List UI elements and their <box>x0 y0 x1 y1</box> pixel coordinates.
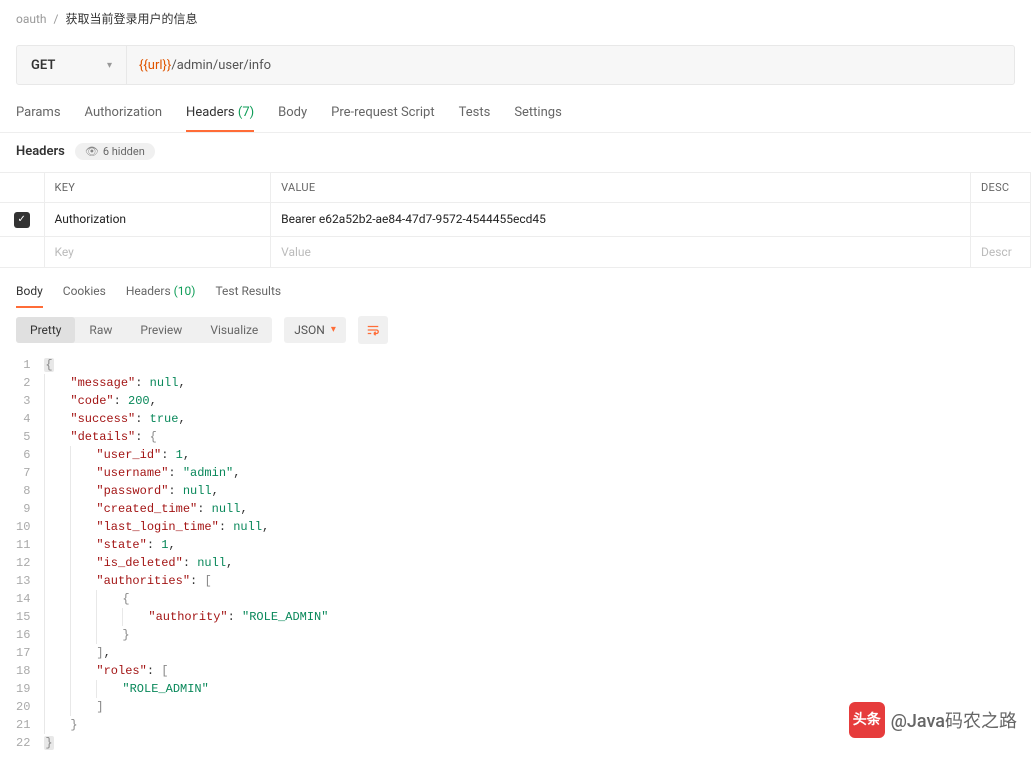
format-select[interactable]: JSON ▾ <box>284 317 346 343</box>
view-preview[interactable]: Preview <box>126 317 196 343</box>
table-row: ✓ Authorization Bearer e62a52b2-ae84-47d… <box>0 203 1031 237</box>
watermark: 头条 @Java码农之路 <box>849 702 1017 738</box>
row-checkbox[interactable]: ✓ <box>14 212 30 228</box>
value-placeholder[interactable]: Value <box>271 236 971 267</box>
col-key: KEY <box>44 173 271 203</box>
response-headers-count: (10) <box>174 284 196 298</box>
col-value: VALUE <box>271 173 971 203</box>
response-tab-headers[interactable]: Headers (10) <box>126 278 196 308</box>
url-input[interactable]: {{url}}/admin/user/info <box>127 58 1014 73</box>
response-tab-cookies[interactable]: Cookies <box>63 278 106 308</box>
url-bar: GET ▾ {{url}}/admin/user/info <box>16 45 1015 85</box>
col-desc: DESC <box>971 173 1031 203</box>
method-label: GET <box>31 58 107 73</box>
response-tab-tests[interactable]: Test Results <box>215 278 281 308</box>
method-select[interactable]: GET ▾ <box>17 46 127 84</box>
chevron-down-icon: ▾ <box>331 324 336 335</box>
line-gutter: 12345678910111213141516171819202122 <box>16 356 44 752</box>
tab-headers-label: Headers <box>186 105 235 120</box>
col-checkbox <box>0 173 44 203</box>
tab-headers[interactable]: Headers (7) <box>186 97 254 132</box>
tab-authorization[interactable]: Authorization <box>85 97 163 132</box>
desc-placeholder[interactable]: Descr <box>971 236 1031 267</box>
header-key-cell[interactable]: Authorization <box>44 203 271 237</box>
hidden-headers-toggle[interactable]: 👁 6 hidden <box>75 143 155 160</box>
breadcrumb-collection[interactable]: oauth <box>16 12 47 26</box>
headers-label: Headers <box>16 144 65 159</box>
response-tab-body[interactable]: Body <box>16 278 43 308</box>
url-path: /admin/user/info <box>171 58 271 73</box>
breadcrumb-separator: / <box>54 12 59 26</box>
view-modes: Pretty Raw Preview Visualize <box>16 317 272 343</box>
wrap-icon <box>366 323 380 337</box>
tab-headers-count: (7) <box>238 105 254 120</box>
eye-icon: 👁 <box>85 145 99 158</box>
tab-tests[interactable]: Tests <box>459 97 491 132</box>
table-row-empty: Key Value Descr <box>0 236 1031 267</box>
headers-table: KEY VALUE DESC ✓ Authorization Bearer e6… <box>0 172 1031 268</box>
view-visualize[interactable]: Visualize <box>196 317 272 343</box>
tab-settings[interactable]: Settings <box>514 97 561 132</box>
code-content[interactable]: { "message": null, "code": 200, "success… <box>44 356 1015 752</box>
breadcrumb-request-name: 获取当前登录用户的信息 <box>65 12 197 26</box>
watermark-text: @Java码农之路 <box>891 707 1017 733</box>
tab-params[interactable]: Params <box>16 97 61 132</box>
headers-subheader: Headers 👁 6 hidden <box>0 133 1031 166</box>
header-value-cell[interactable]: Bearer e62a52b2-ae84-47d7-9572-4544455ec… <box>271 203 971 237</box>
view-toolbar: Pretty Raw Preview Visualize JSON ▾ <box>0 308 1031 352</box>
url-variable: {{url}} <box>139 58 171 73</box>
tab-body[interactable]: Body <box>278 97 307 132</box>
tab-prerequest[interactable]: Pre-request Script <box>331 97 434 132</box>
watermark-icon: 头条 <box>849 702 885 738</box>
header-desc-cell[interactable] <box>971 203 1031 237</box>
view-pretty[interactable]: Pretty <box>16 317 75 343</box>
key-placeholder[interactable]: Key <box>44 236 271 267</box>
hidden-count: 6 hidden <box>103 145 145 158</box>
format-label: JSON <box>294 323 325 337</box>
response-tabs: Body Cookies Headers (10) Test Results <box>0 268 1031 308</box>
response-headers-label: Headers <box>126 284 171 298</box>
wrap-lines-button[interactable] <box>358 316 388 344</box>
chevron-down-icon: ▾ <box>107 60 112 71</box>
request-tabs: Params Authorization Headers (7) Body Pr… <box>0 97 1031 133</box>
view-raw[interactable]: Raw <box>75 317 126 343</box>
breadcrumb: oauth / 获取当前登录用户的信息 <box>0 0 1031 37</box>
